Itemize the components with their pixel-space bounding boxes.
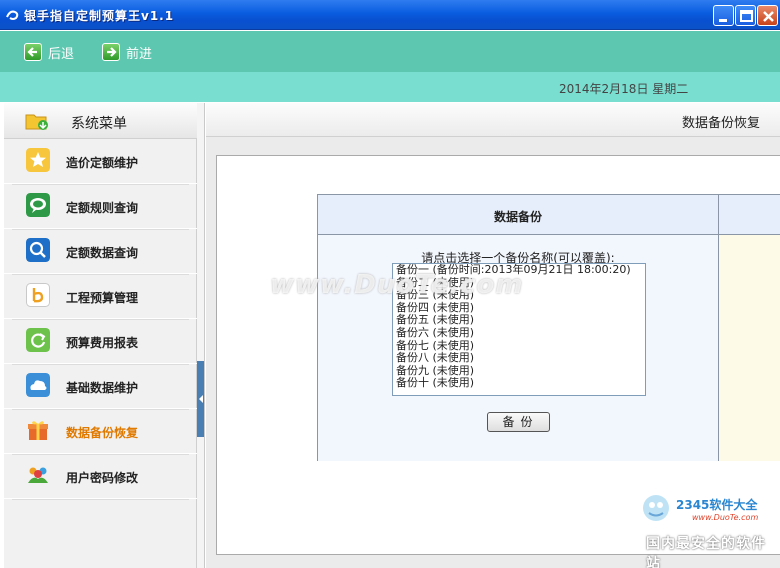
chat-bubble-icon: [26, 193, 50, 217]
forward-button[interactable]: 前进: [102, 41, 152, 63]
back-button[interactable]: 后退: [24, 41, 74, 63]
backup-slot-option[interactable]: 备份六 (未使用): [393, 326, 645, 340]
backup-slot-option[interactable]: 备份八 (未使用): [393, 352, 645, 365]
menu-item-label: 定额数据查询: [66, 246, 139, 260]
users-icon: [28, 467, 48, 483]
menu-item-backup-restore[interactable]: 数据备份恢复: [4, 409, 197, 455]
restore-body-cell: [719, 235, 780, 461]
sidebar-title: 系统菜单: [71, 116, 127, 132]
minimize-button[interactable]: [713, 5, 734, 26]
page-title: 数据备份恢复: [681, 116, 760, 131]
letter-b-icon: [26, 283, 50, 307]
maximize-button[interactable]: [735, 5, 756, 26]
nav-toolbar: 后退 前进: [0, 31, 780, 72]
menu-item-base-data[interactable]: 基础数据维护: [4, 364, 197, 410]
menu-item-rule-query[interactable]: 定额规则查询: [4, 184, 197, 230]
chevron-left-icon: [199, 395, 203, 403]
window-title: 银手指自定制预算王v1.1: [24, 9, 175, 23]
menu-item-cost-report[interactable]: 预算费用报表: [4, 319, 197, 365]
menu-item-label: 基础数据维护: [66, 381, 139, 395]
title-bar: 银手指自定制预算王v1.1: [0, 0, 780, 30]
app-icon: [6, 10, 19, 20]
backup-button[interactable]: 备份: [487, 412, 550, 432]
star-icon: [26, 148, 50, 172]
site-watermark: www.DuoTe.com: [270, 270, 524, 300]
backup-table: 数据备份 请点击选择一个备份名称(可以覆盖): 备份一 (备份时间:2013年0…: [317, 194, 780, 461]
menu-item-label: 定额规则查询: [66, 201, 139, 215]
back-arrow-icon: [24, 43, 42, 61]
backup-header-cell: 数据备份: [318, 195, 719, 235]
back-label: 后退: [48, 46, 75, 62]
collapse-sidebar-handle[interactable]: [197, 361, 204, 437]
corner-brand-logo: 2345软件大全 www.DuoTe.com: [643, 495, 758, 522]
folder-icon: [25, 114, 48, 130]
cloud-icon: [26, 373, 50, 397]
backup-body-cell: 请点击选择一个备份名称(可以覆盖): 备份一 (备份时间:2013年09月21日…: [318, 235, 719, 461]
gift-icon: [28, 421, 48, 440]
restore-header-cell: [719, 195, 780, 235]
sidebar: 系统菜单 造价定额维护 定额规则查询 定额数据查询 工程预算管理 预算费用报表 …: [4, 103, 197, 568]
date-bar: 2014年2月18日 星期二: [0, 72, 780, 102]
menu-item-change-password[interactable]: 用户密码修改: [4, 454, 197, 500]
corner-site: www.DuoTe.com: [692, 513, 758, 522]
backup-slot-option[interactable]: 备份十 (未使用): [393, 377, 645, 390]
main-header: 数据备份恢复: [206, 103, 780, 137]
corner-brand: 2345软件大全: [676, 497, 758, 512]
menu-item-label: 工程预算管理: [66, 291, 139, 305]
menu-item-label: 用户密码修改: [66, 471, 139, 485]
sidebar-header: 系统菜单: [4, 103, 197, 139]
sidebar-splitter[interactable]: [197, 103, 205, 568]
menu-item-quota-maintenance[interactable]: 造价定额维护: [4, 139, 197, 185]
corner-caption: 国内最安全的软件站: [646, 536, 766, 568]
current-date: 2014年2月18日 星期二: [559, 82, 689, 96]
magnifier-icon: [26, 238, 50, 262]
minimize-icon: [719, 19, 727, 22]
forward-label: 前进: [126, 46, 153, 62]
menu-item-budget-management[interactable]: 工程预算管理: [4, 274, 197, 320]
backup-header: 数据备份: [493, 210, 542, 224]
menu-item-label: 预算费用报表: [66, 336, 139, 350]
close-button[interactable]: [757, 5, 778, 26]
forward-arrow-icon: [102, 43, 120, 61]
menu-item-label: 数据备份恢复: [66, 426, 139, 440]
maximize-icon: [740, 10, 753, 22]
menu-item-data-query[interactable]: 定额数据查询: [4, 229, 197, 275]
close-icon: [763, 11, 774, 22]
refresh-icon: [26, 328, 50, 352]
menu-item-label: 造价定额维护: [66, 156, 139, 170]
